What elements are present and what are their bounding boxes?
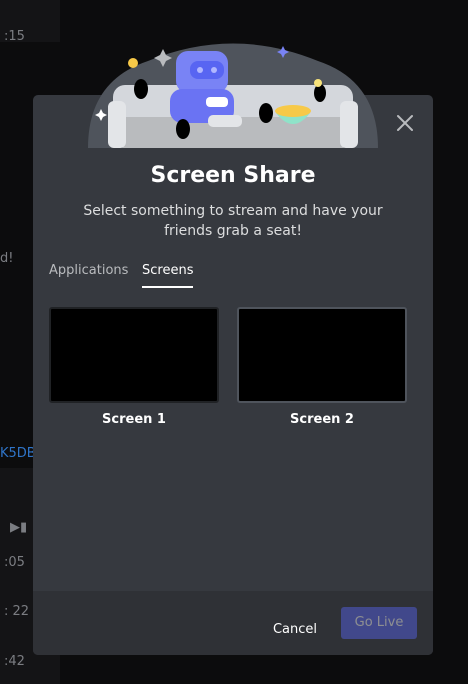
screen-2-preview[interactable] (237, 307, 407, 403)
wumpus-couch-illustration (88, 43, 378, 148)
close-icon (397, 115, 413, 131)
screen-2-label: Screen 2 (290, 412, 354, 427)
tab-applications[interactable]: Applications (49, 263, 128, 286)
background-timestamp: :42 (4, 654, 25, 669)
modal-subtitle: Select something to stream and have your… (83, 203, 383, 239)
tab-screens[interactable]: Screens (142, 263, 194, 288)
screen-1-label: Screen 1 (102, 412, 166, 427)
background-fragment: d! (0, 251, 14, 266)
background-link-fragment[interactable]: K5DB (0, 446, 36, 461)
background-play-icon[interactable]: ▶︎▮ (10, 520, 27, 535)
cancel-button[interactable]: Cancel (273, 616, 317, 643)
screen-share-modal: Screen Share Select something to stream … (33, 43, 433, 655)
background-timestamp: :15 (4, 29, 25, 44)
screen-1-preview[interactable] (49, 307, 219, 403)
background-timestamp: :05 (4, 555, 25, 570)
modal-title: Screen Share (150, 163, 316, 188)
background-timestamp: : 22 (4, 604, 30, 619)
close-button[interactable] (394, 112, 416, 134)
go-live-button[interactable]: Go Live (341, 607, 417, 639)
